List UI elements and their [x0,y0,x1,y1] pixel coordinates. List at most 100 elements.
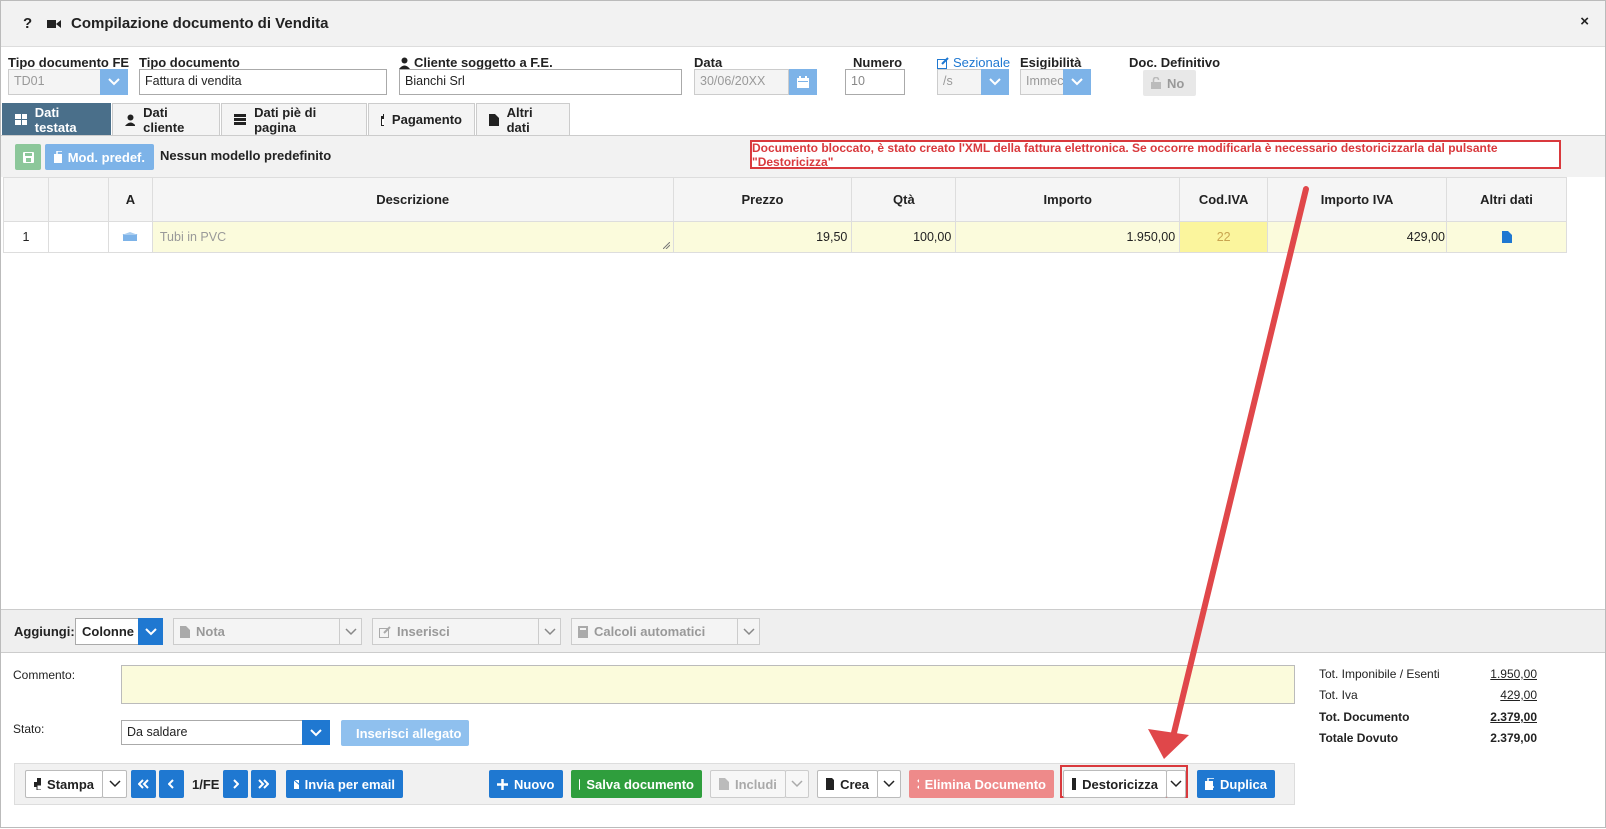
table-icon [15,114,27,125]
numero-input[interactable]: 10 [845,69,905,95]
first-page-icon[interactable] [131,770,156,798]
destoricizza-button[interactable]: Destoricizza [1063,770,1167,798]
calculator-icon [578,625,588,638]
copy-icon [1205,778,1215,790]
prev-page-icon[interactable] [159,770,184,798]
calcoli-select[interactable]: Calcoli automatici [571,618,760,645]
chevron-down-icon[interactable] [785,770,809,798]
close-icon [917,779,919,789]
tot-documento-value[interactable]: 2.379,00 [1441,710,1537,724]
save-model-button[interactable] [15,144,41,170]
tab-dati-testata[interactable]: Dati testata [2,103,111,135]
row-type-cell[interactable] [107,221,153,253]
inserisci-allegato-button[interactable]: Inserisci allegato [341,720,469,746]
tab-label: Pagamento [391,112,462,127]
col-importo[interactable]: Importo [955,177,1181,222]
numero-label: Numero [853,55,903,70]
email-button[interactable]: Invia per email [286,770,403,798]
salva-button[interactable]: Salva documento [571,770,702,798]
chevron-down-icon[interactable] [138,618,163,645]
box-icon [122,232,139,241]
tab-label: Dati piè di pagina [254,104,317,135]
table-header-row: A Descrizione Prezzo Qtà Importo Cod.IVA… [3,177,1567,222]
email-label: Invia per email [304,776,395,792]
chevron-down-icon[interactable] [100,69,128,95]
codiva-cell[interactable]: 22 [1179,221,1269,253]
video-icon[interactable] [47,19,61,29]
col-prezzo[interactable]: Prezzo [672,177,853,222]
calcoli-value: Calcoli automatici [594,624,706,639]
server-icon [234,114,247,125]
crea-button[interactable]: Crea [817,770,878,798]
stato-select[interactable]: Da saldare [121,720,303,745]
file-icon [826,778,835,790]
sezionale-label[interactable]: Sezionale [953,55,1010,70]
edit-icon [937,56,949,69]
cliente-label-wrap: Cliente soggetto a F.E. [399,55,553,70]
descrizione-cell[interactable]: Tubi in PVC [151,221,674,253]
chevron-down-icon[interactable] [737,619,759,644]
tab-altri-dati[interactable]: Altri dati [476,103,570,135]
tab-dati-pie[interactable]: Dati piè di pagina [221,103,367,135]
duplica-button[interactable]: Duplica [1197,770,1275,798]
commento-textarea[interactable] [121,665,1295,704]
title-bar: ? Compilazione documento di Vendita × [1,1,1605,47]
col-importo-iva[interactable]: Importo IVA [1267,177,1448,222]
data-input[interactable]: 30/06/20XX [694,69,789,95]
calendar-icon[interactable] [789,69,817,95]
sezionale-link[interactable]: Sezionale [937,55,1010,70]
destoricizza-label: Destoricizza [1082,776,1158,792]
inserisci-select[interactable]: Inserisci [372,618,561,645]
col-altri-dati[interactable]: Altri dati [1446,177,1567,222]
col-qta[interactable]: Qtà [851,177,957,222]
tot-iva-value[interactable]: 429,00 [1441,688,1537,702]
stato-label: Stato: [13,722,45,736]
envelope-icon [294,779,299,789]
chevron-down-icon[interactable] [1063,69,1091,95]
tab-dati-cliente[interactable]: Dati cliente [112,103,220,135]
file-icon [1501,231,1512,243]
pager-indicator: 1/FE [192,776,220,792]
tot-imponibile-value[interactable]: 1.950,00 [1441,667,1537,681]
chevron-down-icon[interactable] [339,619,361,644]
chevron-down-icon[interactable] [981,69,1009,95]
stampa-button[interactable]: Stampa [25,770,103,798]
colonne-select[interactable]: Colonne [75,618,163,645]
tipo-fe-select[interactable]: TD01 [8,69,101,95]
nota-select[interactable]: Nota [173,618,362,645]
locked-warning: Documento bloccato, è stato creato l'XML… [750,140,1561,169]
totale-dovuto-value: 2.379,00 [1490,731,1537,745]
close-icon[interactable]: × [1580,13,1589,30]
nuovo-button[interactable]: Nuovo [489,770,563,798]
tipo-doc-input[interactable]: Fattura di vendita [139,69,387,95]
sezionale-select[interactable]: /s [937,69,982,95]
altri-dati-cell[interactable] [1446,221,1567,253]
chevron-down-icon[interactable] [538,619,560,644]
file-icon [719,778,729,790]
qta-cell[interactable]: 100,00 [851,221,957,253]
chevron-down-icon[interactable] [102,770,127,798]
lock-icon [1151,77,1161,89]
chevron-down-icon[interactable] [877,770,901,798]
help-icon[interactable]: ? [23,15,32,32]
chevron-down-icon[interactable] [1166,770,1186,798]
nota-value: Nota [196,624,225,639]
tab-pagamento[interactable]: Pagamento [368,103,475,135]
cliente-input[interactable]: Bianchi Srl [399,69,682,95]
prezzo-cell[interactable]: 19,50 [672,221,853,253]
last-page-icon[interactable] [251,770,276,798]
definitivo-toggle[interactable]: No [1143,70,1196,96]
table-row[interactable]: 1 Tubi in PVC 19,50 100,00 1.950,00 22 4… [3,221,1567,253]
mod-predef-button[interactable]: Mod. predef. [45,144,154,170]
esigibilita-select[interactable]: Immec [1020,69,1064,95]
col-num [3,177,49,222]
next-page-icon[interactable] [223,770,248,798]
chevron-down-icon[interactable] [302,720,330,745]
col-descrizione[interactable]: Descrizione [151,177,674,222]
elimina-label: Elimina Documento [924,776,1046,792]
copy-icon [54,151,62,163]
importo-cell[interactable]: 1.950,00 [955,221,1181,253]
elimina-button[interactable]: Elimina Documento [909,770,1054,798]
col-codiva[interactable]: Cod.IVA [1179,177,1269,222]
includi-button[interactable]: Includi [710,770,786,798]
